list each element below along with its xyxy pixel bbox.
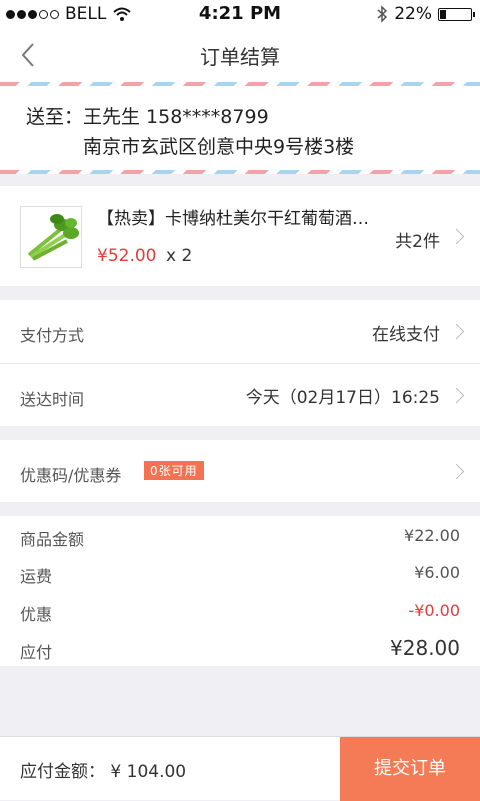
payable-label: 应付 — [20, 643, 53, 662]
shipping-label: 运费 — [20, 567, 53, 586]
address-recipient: 送至：王先生 158****8799 — [26, 106, 269, 128]
delivery-time-value: 今天（02月17日）16:25 — [245, 388, 440, 408]
summary-row: 优惠 -¥0.00 — [20, 601, 460, 627]
product-quantity: x 2 — [166, 246, 193, 266]
battery-percent: 22% — [394, 4, 432, 24]
payable-value: ¥28.00 — [390, 636, 460, 660]
chevron-right-icon — [448, 228, 465, 245]
status-right: 22% — [376, 4, 475, 24]
order-summary: 商品金额 ¥22.00 运费 ¥6.00 优惠 -¥0.00 应付 ¥28.00 — [0, 516, 480, 666]
delivery-time-label: 送达时间 — [20, 390, 85, 409]
delivery-address[interactable]: 送至：王先生 158****8799 南京市玄武区创意中央9号楼3楼 — [0, 82, 480, 174]
payment-method-label: 支付方式 — [20, 326, 85, 345]
nav-bar: 订单结算 — [0, 28, 480, 82]
celery-image — [27, 214, 79, 261]
battery-icon — [438, 7, 475, 21]
status-bar: BELL 4:21 PM 22% — [0, 0, 480, 28]
product-name: 【热卖】卡博纳杜美尔干红葡萄酒… — [97, 209, 369, 229]
coupon-badge: 0张可用 — [144, 461, 204, 480]
page-title: 订单结算 — [200, 45, 280, 69]
discount-value: -¥0.00 — [408, 601, 460, 620]
goods-amount-label: 商品金额 — [20, 530, 85, 549]
chevron-right-icon — [448, 387, 465, 404]
payment-method-row[interactable]: 支付方式 在线支付 — [0, 300, 480, 363]
product-price: ¥52.00 — [97, 246, 157, 266]
item-count: 共2件 — [395, 232, 440, 252]
summary-row: 运费 ¥6.00 — [20, 563, 460, 589]
summary-row: 应付 ¥28.00 — [20, 636, 460, 665]
coupon-label: 优惠码/优惠券 — [20, 466, 122, 485]
shipping-value: ¥6.00 — [414, 563, 460, 582]
delivery-time-row[interactable]: 送达时间 今天（02月17日）16:25 — [0, 364, 480, 426]
chevron-right-icon — [448, 463, 465, 480]
submit-order-button[interactable]: 提交订单 — [340, 737, 480, 801]
coupon-row[interactable]: 优惠码/优惠券 0张可用 — [0, 440, 480, 502]
discount-label: 优惠 — [20, 605, 53, 624]
product-thumbnail — [20, 206, 82, 268]
airmail-border-bottom — [0, 170, 480, 174]
total-amount: 应付金额： ¥ 104.00 — [20, 762, 187, 782]
checkout-bar: 应付金额： ¥ 104.00 提交订单 — [0, 736, 480, 801]
address-detail: 南京市玄武区创意中央9号楼3楼 — [83, 136, 355, 158]
goods-amount-value: ¥22.00 — [404, 526, 460, 545]
bluetooth-icon — [377, 5, 388, 23]
summary-row: 商品金额 ¥22.00 — [20, 526, 460, 552]
airmail-border-top — [0, 82, 480, 86]
payment-method-value: 在线支付 — [372, 325, 440, 345]
chevron-right-icon — [448, 323, 465, 340]
product-item[interactable]: 【热卖】卡博纳杜美尔干红葡萄酒… ¥52.00 x 2 共2件 — [0, 186, 480, 286]
